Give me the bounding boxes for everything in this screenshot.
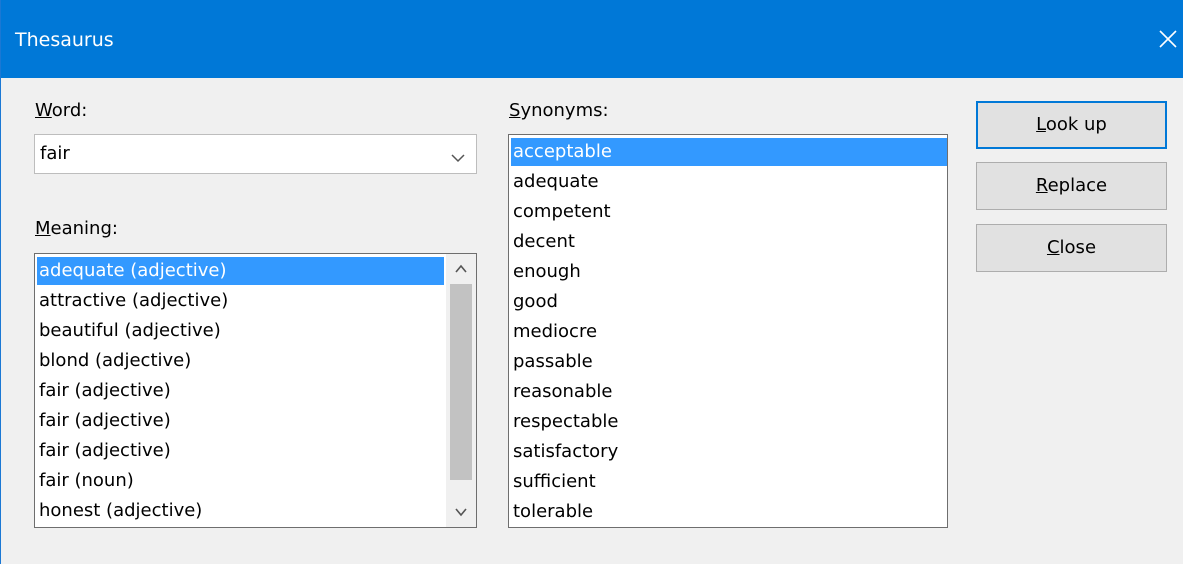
meaning-label: Meaning: bbox=[35, 218, 118, 239]
synonyms-list[interactable]: acceptable adequate competent decent eno… bbox=[508, 134, 948, 528]
list-item[interactable]: acceptable bbox=[511, 138, 947, 166]
list-item[interactable]: fair (adjective) bbox=[37, 377, 444, 405]
list-item[interactable]: beautiful (adjective) bbox=[37, 317, 444, 345]
word-label: Word: bbox=[35, 100, 88, 121]
close-button[interactable]: Close bbox=[976, 224, 1167, 272]
close-icon[interactable] bbox=[1151, 22, 1183, 56]
chevron-down-icon[interactable] bbox=[450, 148, 466, 163]
list-item[interactable]: enough bbox=[511, 258, 947, 286]
list-item[interactable]: fair (noun) bbox=[37, 467, 444, 495]
word-input[interactable]: fair bbox=[40, 143, 70, 165]
list-item[interactable]: satisfactory bbox=[511, 438, 947, 466]
chevron-up-icon[interactable] bbox=[446, 254, 476, 284]
word-combobox[interactable]: fair bbox=[34, 134, 477, 174]
list-item[interactable]: competent bbox=[511, 198, 947, 226]
list-item[interactable]: fair (adjective) bbox=[37, 437, 444, 465]
scrollbar-thumb[interactable] bbox=[450, 284, 472, 480]
list-item[interactable]: reasonable bbox=[511, 378, 947, 406]
meaning-scrollbar[interactable] bbox=[446, 254, 476, 527]
thesaurus-dialog: Thesaurus Word: fair Meaning: adequate (… bbox=[0, 0, 1183, 564]
list-item[interactable]: sufficient bbox=[511, 468, 947, 496]
list-item[interactable]: passable bbox=[511, 348, 947, 376]
list-item[interactable]: good bbox=[511, 288, 947, 316]
chevron-down-icon[interactable] bbox=[446, 497, 476, 527]
title-bar[interactable]: Thesaurus bbox=[1, 0, 1183, 78]
list-item[interactable]: fair (adjective) bbox=[37, 407, 444, 435]
meaning-list[interactable]: adequate (adjective) attractive (adjecti… bbox=[34, 253, 477, 528]
list-item[interactable]: blond (adjective) bbox=[37, 347, 444, 375]
window-title: Thesaurus bbox=[15, 29, 114, 51]
list-item[interactable]: honest (adjective) bbox=[37, 497, 444, 525]
replace-button[interactable]: Replace bbox=[976, 162, 1167, 210]
list-item[interactable]: attractive (adjective) bbox=[37, 287, 444, 315]
list-item[interactable]: decent bbox=[511, 228, 947, 256]
synonyms-label: Synonyms: bbox=[509, 100, 609, 121]
list-item[interactable]: respectable bbox=[511, 408, 947, 436]
list-item[interactable]: adequate (adjective) bbox=[37, 257, 444, 285]
list-item[interactable]: adequate bbox=[511, 168, 947, 196]
list-item[interactable]: mediocre bbox=[511, 318, 947, 346]
look-up-button[interactable]: Look up bbox=[976, 101, 1167, 149]
list-item[interactable]: tolerable bbox=[511, 498, 947, 526]
